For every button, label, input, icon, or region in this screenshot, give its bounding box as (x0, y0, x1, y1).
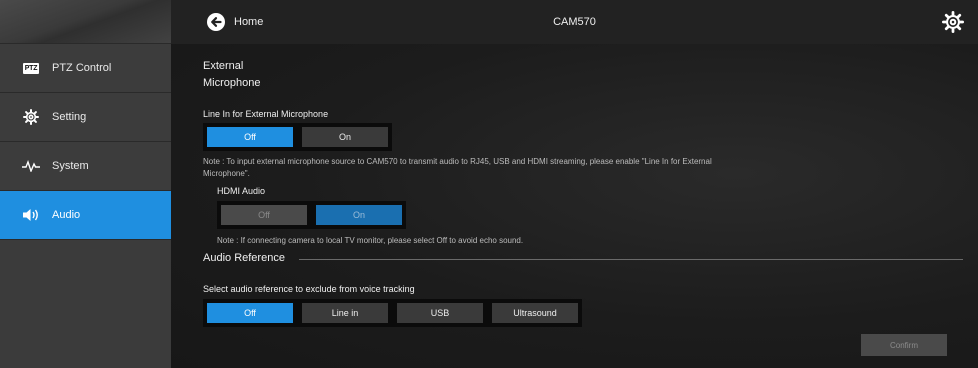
hdmi-audio-toggle: Off On (217, 201, 406, 229)
line-in-label: Line In for External Microphone (203, 109, 329, 119)
speaker-icon (22, 207, 40, 223)
section-divider (299, 259, 963, 260)
device-name: CAM570 (553, 16, 596, 28)
sidebar-item-label: System (52, 160, 89, 172)
audio-reference-off-button[interactable]: Off (207, 303, 293, 323)
section-title: External Microphone (203, 60, 261, 89)
back-arrow-icon[interactable] (207, 13, 225, 31)
sidebar-item-system[interactable]: System (0, 142, 171, 191)
sidebar: PTZ PTZ Control Setting System Audio (0, 0, 171, 368)
line-in-on-button[interactable]: On (302, 127, 388, 147)
audio-reference-ultrasound-button[interactable]: Ultrasound (492, 303, 578, 323)
sidebar-item-label: PTZ Control (52, 62, 112, 74)
audio-reference-line-in-button[interactable]: Line in (302, 303, 388, 323)
confirm-button[interactable]: Confirm (861, 334, 947, 356)
line-in-toggle: Off On (203, 123, 392, 151)
home-link[interactable]: Home (234, 16, 263, 28)
sidebar-header (0, 0, 171, 44)
audio-reference-title: Audio Reference (203, 252, 285, 264)
top-bar: Home CAM570 (171, 0, 978, 44)
hdmi-audio-on-button[interactable]: On (316, 205, 402, 225)
audio-reference-selector: Off Line in USB Ultrasound (203, 299, 582, 327)
sidebar-item-setting[interactable]: Setting (0, 93, 171, 142)
line-in-off-button[interactable]: Off (207, 127, 293, 147)
sidebar-item-audio[interactable]: Audio (0, 191, 171, 240)
main-panel: External Microphone Line In for External… (171, 44, 978, 368)
hdmi-audio-label: HDMI Audio (217, 186, 266, 196)
sidebar-item-label: Setting (52, 111, 87, 123)
ptz-icon: PTZ (22, 62, 40, 74)
gear-icon (22, 109, 40, 125)
pulse-icon (22, 158, 40, 174)
sidebar-item-ptz-control[interactable]: PTZ PTZ Control (0, 44, 171, 93)
audio-reference-label: Select audio reference to exclude from v… (203, 284, 415, 294)
hdmi-audio-note: Note : If connecting camera to local TV … (217, 236, 524, 245)
audio-reference-usb-button[interactable]: USB (397, 303, 483, 323)
line-in-note: Note : To input external microphone sour… (203, 157, 712, 178)
sidebar-item-label: Audio (52, 209, 81, 221)
settings-gear-icon[interactable] (942, 11, 964, 33)
hdmi-audio-off-button[interactable]: Off (221, 205, 307, 225)
